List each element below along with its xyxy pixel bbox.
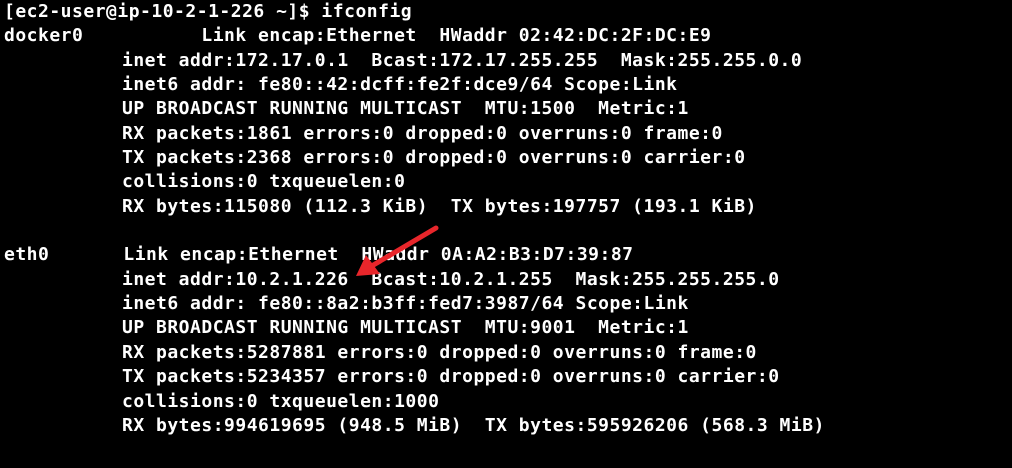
eth0-inet6-line: inet6 addr: fe80::8a2:b3ff:fed7:3987/64 … — [122, 293, 689, 315]
docker0-line-8: RX bytes:115080 (112.3 KiB) TX bytes:197… — [4, 195, 1012, 219]
docker0-bytes-line: RX bytes:115080 (112.3 KiB) TX bytes:197… — [122, 195, 757, 217]
docker0-line-6: TX packets:2368 errors:0 dropped:0 overr… — [4, 146, 1012, 170]
eth0-bytes-line: RX bytes:994619695 (948.5 MiB) TX bytes:… — [122, 414, 825, 436]
docker0-inet6-line: inet6 addr: fe80::42:dcff:fe2f:dce9/64 S… — [122, 74, 678, 96]
prompt-line: [ec2-user@ip-10-2-1-226 ~]$ ifconfig — [4, 1, 413, 22]
eth0-line-4: UP BROADCAST RUNNING MULTICAST MTU:9001 … — [4, 316, 1012, 340]
docker0-flags-line: UP BROADCAST RUNNING MULTICAST MTU:1500 … — [122, 98, 689, 120]
docker0-rx-packets-line: RX packets:1861 errors:0 dropped:0 overr… — [122, 122, 723, 144]
eth0-line-2: inet addr:10.2.1.226 Bcast:10.2.1.255 Ma… — [4, 268, 1012, 292]
docker0-line-1: docker0 Link encap:Ethernet HWaddr 02:42:… — [4, 24, 1012, 48]
eth0-line-7: collisions:0 txqueuelen:1000 — [4, 390, 1012, 414]
eth0-inet-line: inet addr:10.2.1.226 Bcast:10.2.1.255 Ma… — [122, 268, 780, 290]
docker0-line-7: collisions:0 txqueuelen:0 — [4, 170, 1012, 194]
terminal-window[interactable]: [ec2-user@ip-10-2-1-226 ~]$ ifconfig doc… — [0, 0, 1012, 468]
docker0-line-2: inet addr:172.17.0.1 Bcast:172.17.255.25… — [4, 49, 1012, 73]
docker0-tx-packets-line: TX packets:2368 errors:0 dropped:0 overr… — [122, 147, 746, 169]
docker0-link-line: Link encap:Ethernet HWaddr 02:42:DC:2F:D… — [201, 25, 712, 47]
eth0-line-6: TX packets:5234357 errors:0 dropped:0 ov… — [4, 365, 1012, 389]
docker0-collisions-line: collisions:0 txqueuelen:0 — [122, 171, 406, 193]
eth0-collisions-line: collisions:0 txqueuelen:1000 — [122, 390, 440, 412]
docker0-line-5: RX packets:1861 errors:0 dropped:0 overr… — [4, 122, 1012, 146]
docker0-line-4: UP BROADCAST RUNNING MULTICAST MTU:1500 … — [4, 97, 1012, 121]
docker0-interface-name: docker0 — [4, 25, 84, 47]
eth0-flags-line: UP BROADCAST RUNNING MULTICAST MTU:9001 … — [122, 317, 689, 339]
eth0-tx-packets-line: TX packets:5234357 errors:0 dropped:0 ov… — [122, 366, 780, 388]
eth0-line-1: eth0 Link encap:Ethernet HWaddr 0A:A2:B3:… — [4, 243, 1012, 267]
eth0-line-5: RX packets:5287881 errors:0 dropped:0 ov… — [4, 341, 1012, 365]
eth0-line-3: inet6 addr: fe80::8a2:b3ff:fed7:3987/64 … — [4, 292, 1012, 316]
eth0-interface-name: eth0 — [4, 244, 50, 266]
eth0-rx-packets-line: RX packets:5287881 errors:0 dropped:0 ov… — [122, 341, 757, 363]
eth0-line-8: RX bytes:994619695 (948.5 MiB) TX bytes:… — [4, 414, 1012, 438]
eth0-link-line: Link encap:Ethernet HWaddr 0A:A2:B3:D7:3… — [123, 244, 634, 266]
docker0-inet-line: inet addr:172.17.0.1 Bcast:172.17.255.25… — [122, 49, 803, 71]
docker0-line-3: inet6 addr: fe80::42:dcff:fe2f:dce9/64 S… — [4, 73, 1012, 97]
